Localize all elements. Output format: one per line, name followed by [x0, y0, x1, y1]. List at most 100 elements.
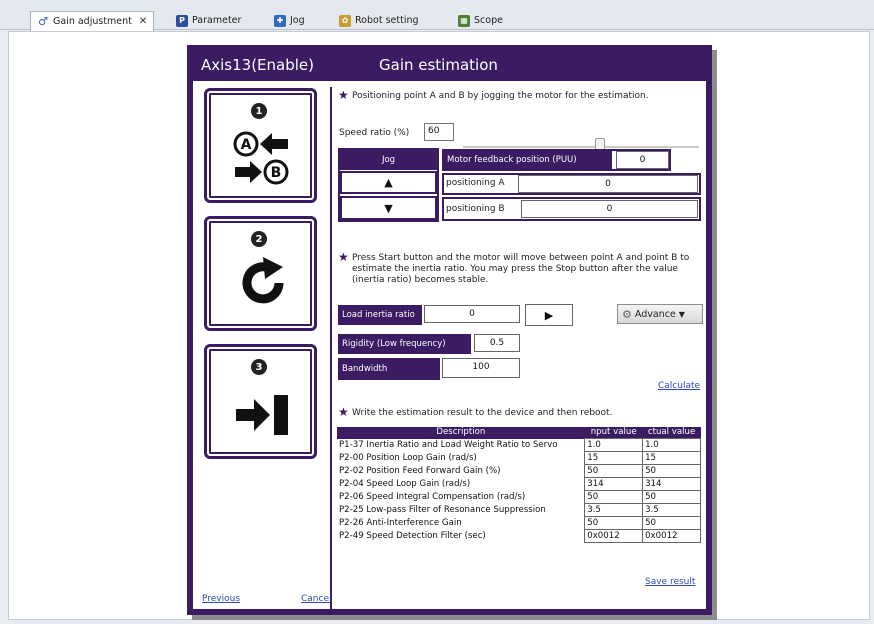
advance-dropdown[interactable]: ⚙ Advance ▼ — [617, 304, 703, 324]
cancel-link[interactable]: Cancel — [301, 594, 332, 604]
table-row: P2-04 Speed Loop Gain (rad/s) 314 314 — [337, 477, 701, 491]
table-row: P2-49 Speed Detection Filter (sec) 0x0012… — [337, 529, 701, 543]
dialog-title: Gain estimation — [379, 56, 498, 74]
robot-setting-icon: ✿ — [339, 14, 351, 27]
calculate-link[interactable]: Calculate — [658, 381, 700, 391]
table-header-row: Description nput value ctual value — [337, 427, 701, 439]
tab-label: Parameter — [192, 15, 242, 26]
input-value-cell[interactable]: 0x0012 — [584, 529, 644, 543]
input-value-cell[interactable]: 3.5 — [584, 503, 644, 517]
input-value-cell[interactable]: 15 — [584, 451, 644, 465]
table-row: P2-00 Position Loop Gain (rad/s) 15 15 — [337, 451, 701, 465]
speed-ratio-slider-track[interactable] — [463, 146, 699, 148]
parameter-description: P2-04 Speed Loop Gain (rad/s) — [339, 479, 471, 489]
actual-value-cell: 1.0 — [642, 438, 701, 452]
parameter-description: P1-37 Inertia Ratio and Load Weight Rati… — [339, 440, 558, 450]
parameter-description: P2-02 Position Feed Forward Gain (%) — [339, 466, 501, 476]
step3-button[interactable]: 3 — [204, 344, 317, 459]
chevron-down-icon: ▼ — [678, 309, 685, 319]
load-inertia-label: Load inertia ratio — [338, 305, 422, 325]
svg-text:B: B — [271, 165, 282, 181]
table-row: P2-02 Position Feed Forward Gain (%) 50 50 — [337, 464, 701, 478]
dialog-titlebar: Axis13(Enable) Gain estimation — [193, 51, 706, 81]
step3-instruction: ★ Write the estimation result to the dev… — [338, 405, 613, 419]
step-number: 1 — [251, 103, 267, 119]
gain-estimation-dialog: Axis13(Enable) Gain estimation 1 A B 2 3 — [187, 45, 712, 615]
svg-text:A: A — [241, 137, 252, 153]
actual-value-cell: 50 — [642, 490, 701, 504]
table-row: P1-37 Inertia Ratio and Load Weight Rati… — [337, 438, 701, 452]
actual-value-cell: 0x0012 — [642, 529, 701, 543]
tab-label: Robot setting — [355, 15, 419, 26]
column-header: nput value — [584, 427, 643, 439]
star-icon: ★ — [338, 250, 349, 264]
tab-label: Scope — [474, 15, 503, 26]
bandwidth-label: Bandwidth — [338, 358, 440, 380]
refresh-icon — [242, 257, 284, 304]
start-button[interactable]: ▶ — [525, 304, 573, 326]
speed-ratio-label: Speed ratio (%) — [339, 128, 410, 138]
actual-value-cell: 50 — [642, 516, 701, 530]
estimation-result-table: Description nput value ctual value P1-37… — [337, 427, 701, 543]
column-header: Description — [337, 427, 585, 439]
actual-value-cell: 15 — [642, 451, 701, 465]
gear-icon: ⚙ — [622, 307, 632, 321]
motor-feedback-label: Motor feedback position (PUU) — [444, 151, 612, 169]
motor-feedback-value: 0 — [616, 151, 669, 169]
parameter-description: P2-06 Speed Integral Compensation (rad/s… — [339, 492, 526, 502]
write-to-device-icon — [236, 395, 288, 435]
close-icon[interactable]: ✕ — [139, 16, 147, 27]
table-row: P2-25 Low-pass Filter of Resonance Suppr… — [337, 503, 701, 517]
scope-icon: ▦ — [458, 14, 470, 27]
column-header: ctual value — [642, 427, 701, 439]
tab-label: Gain adjustment — [53, 16, 132, 27]
speed-ratio-input[interactable]: 60 — [424, 123, 454, 141]
positioning-a-value: 0 — [518, 175, 698, 193]
step1-button[interactable]: 1 A B — [204, 88, 317, 203]
positioning-b-label: positioning B — [446, 204, 505, 214]
save-result-link[interactable]: Save result — [645, 577, 695, 587]
input-value-cell[interactable]: 50 — [584, 490, 644, 504]
parameter-description: P2-00 Position Loop Gain (rad/s) — [339, 453, 477, 463]
jog-down-button[interactable]: ▼ — [340, 196, 437, 220]
table-row: P2-26 Anti-Interference Gain 50 50 — [337, 516, 701, 530]
bandwidth-value[interactable]: 100 — [442, 358, 520, 378]
star-icon: ★ — [338, 91, 349, 102]
step1-instruction: ★ Positioning point A and B by jogging t… — [338, 91, 649, 102]
rigidity-value[interactable]: 0.5 — [474, 334, 520, 352]
parameter-description: P2-49 Speed Detection Filter (sec) — [339, 531, 486, 541]
gain-adjustment-icon: ♂ — [38, 15, 48, 28]
tab-parameter[interactable]: P Parameter — [170, 11, 247, 30]
axis-label: Axis13(Enable) — [201, 56, 315, 74]
load-inertia-value: 0 — [424, 305, 520, 323]
table-row: P2-06 Speed Integral Compensation (rad/s… — [337, 490, 701, 504]
input-value-cell[interactable]: 50 — [584, 516, 644, 530]
step-number: 2 — [251, 231, 267, 247]
previous-link[interactable]: Previous — [202, 594, 240, 604]
tab-strip: ♂ Gain adjustment ✕ P Parameter ✚ Jog ✿ … — [0, 0, 874, 31]
input-value-cell[interactable]: 50 — [584, 464, 644, 478]
tab-robot-setting[interactable]: ✿ Robot setting — [333, 11, 425, 30]
actual-value-cell: 314 — [642, 477, 701, 491]
actual-value-cell: 3.5 — [642, 503, 701, 517]
jog-icon: ✚ — [274, 14, 286, 27]
parameter-description: P2-26 Anti-Interference Gain — [339, 518, 462, 528]
divider — [330, 87, 332, 615]
tab-scope[interactable]: ▦ Scope — [452, 11, 509, 30]
jog-label: Jog — [340, 150, 437, 170]
jog-up-button[interactable]: ▲ — [340, 171, 437, 194]
input-value-cell[interactable]: 1.0 — [584, 438, 644, 452]
step2-button[interactable]: 2 — [204, 216, 317, 331]
parameter-description: P2-25 Low-pass Filter of Resonance Suppr… — [339, 505, 546, 515]
tab-label: Jog — [290, 15, 305, 26]
parameter-icon: P — [176, 14, 188, 27]
tab-jog[interactable]: ✚ Jog — [268, 11, 311, 30]
tab-gain-adjustment[interactable]: ♂ Gain adjustment ✕ — [30, 11, 155, 31]
input-value-cell[interactable]: 314 — [584, 477, 644, 491]
actual-value-cell: 50 — [642, 464, 701, 478]
advance-label: Advance — [634, 308, 676, 320]
positioning-ab-icon: A B — [233, 131, 289, 185]
positioning-a-label: positioning A — [446, 178, 505, 188]
star-icon: ★ — [338, 405, 349, 419]
step-number: 3 — [251, 359, 267, 375]
